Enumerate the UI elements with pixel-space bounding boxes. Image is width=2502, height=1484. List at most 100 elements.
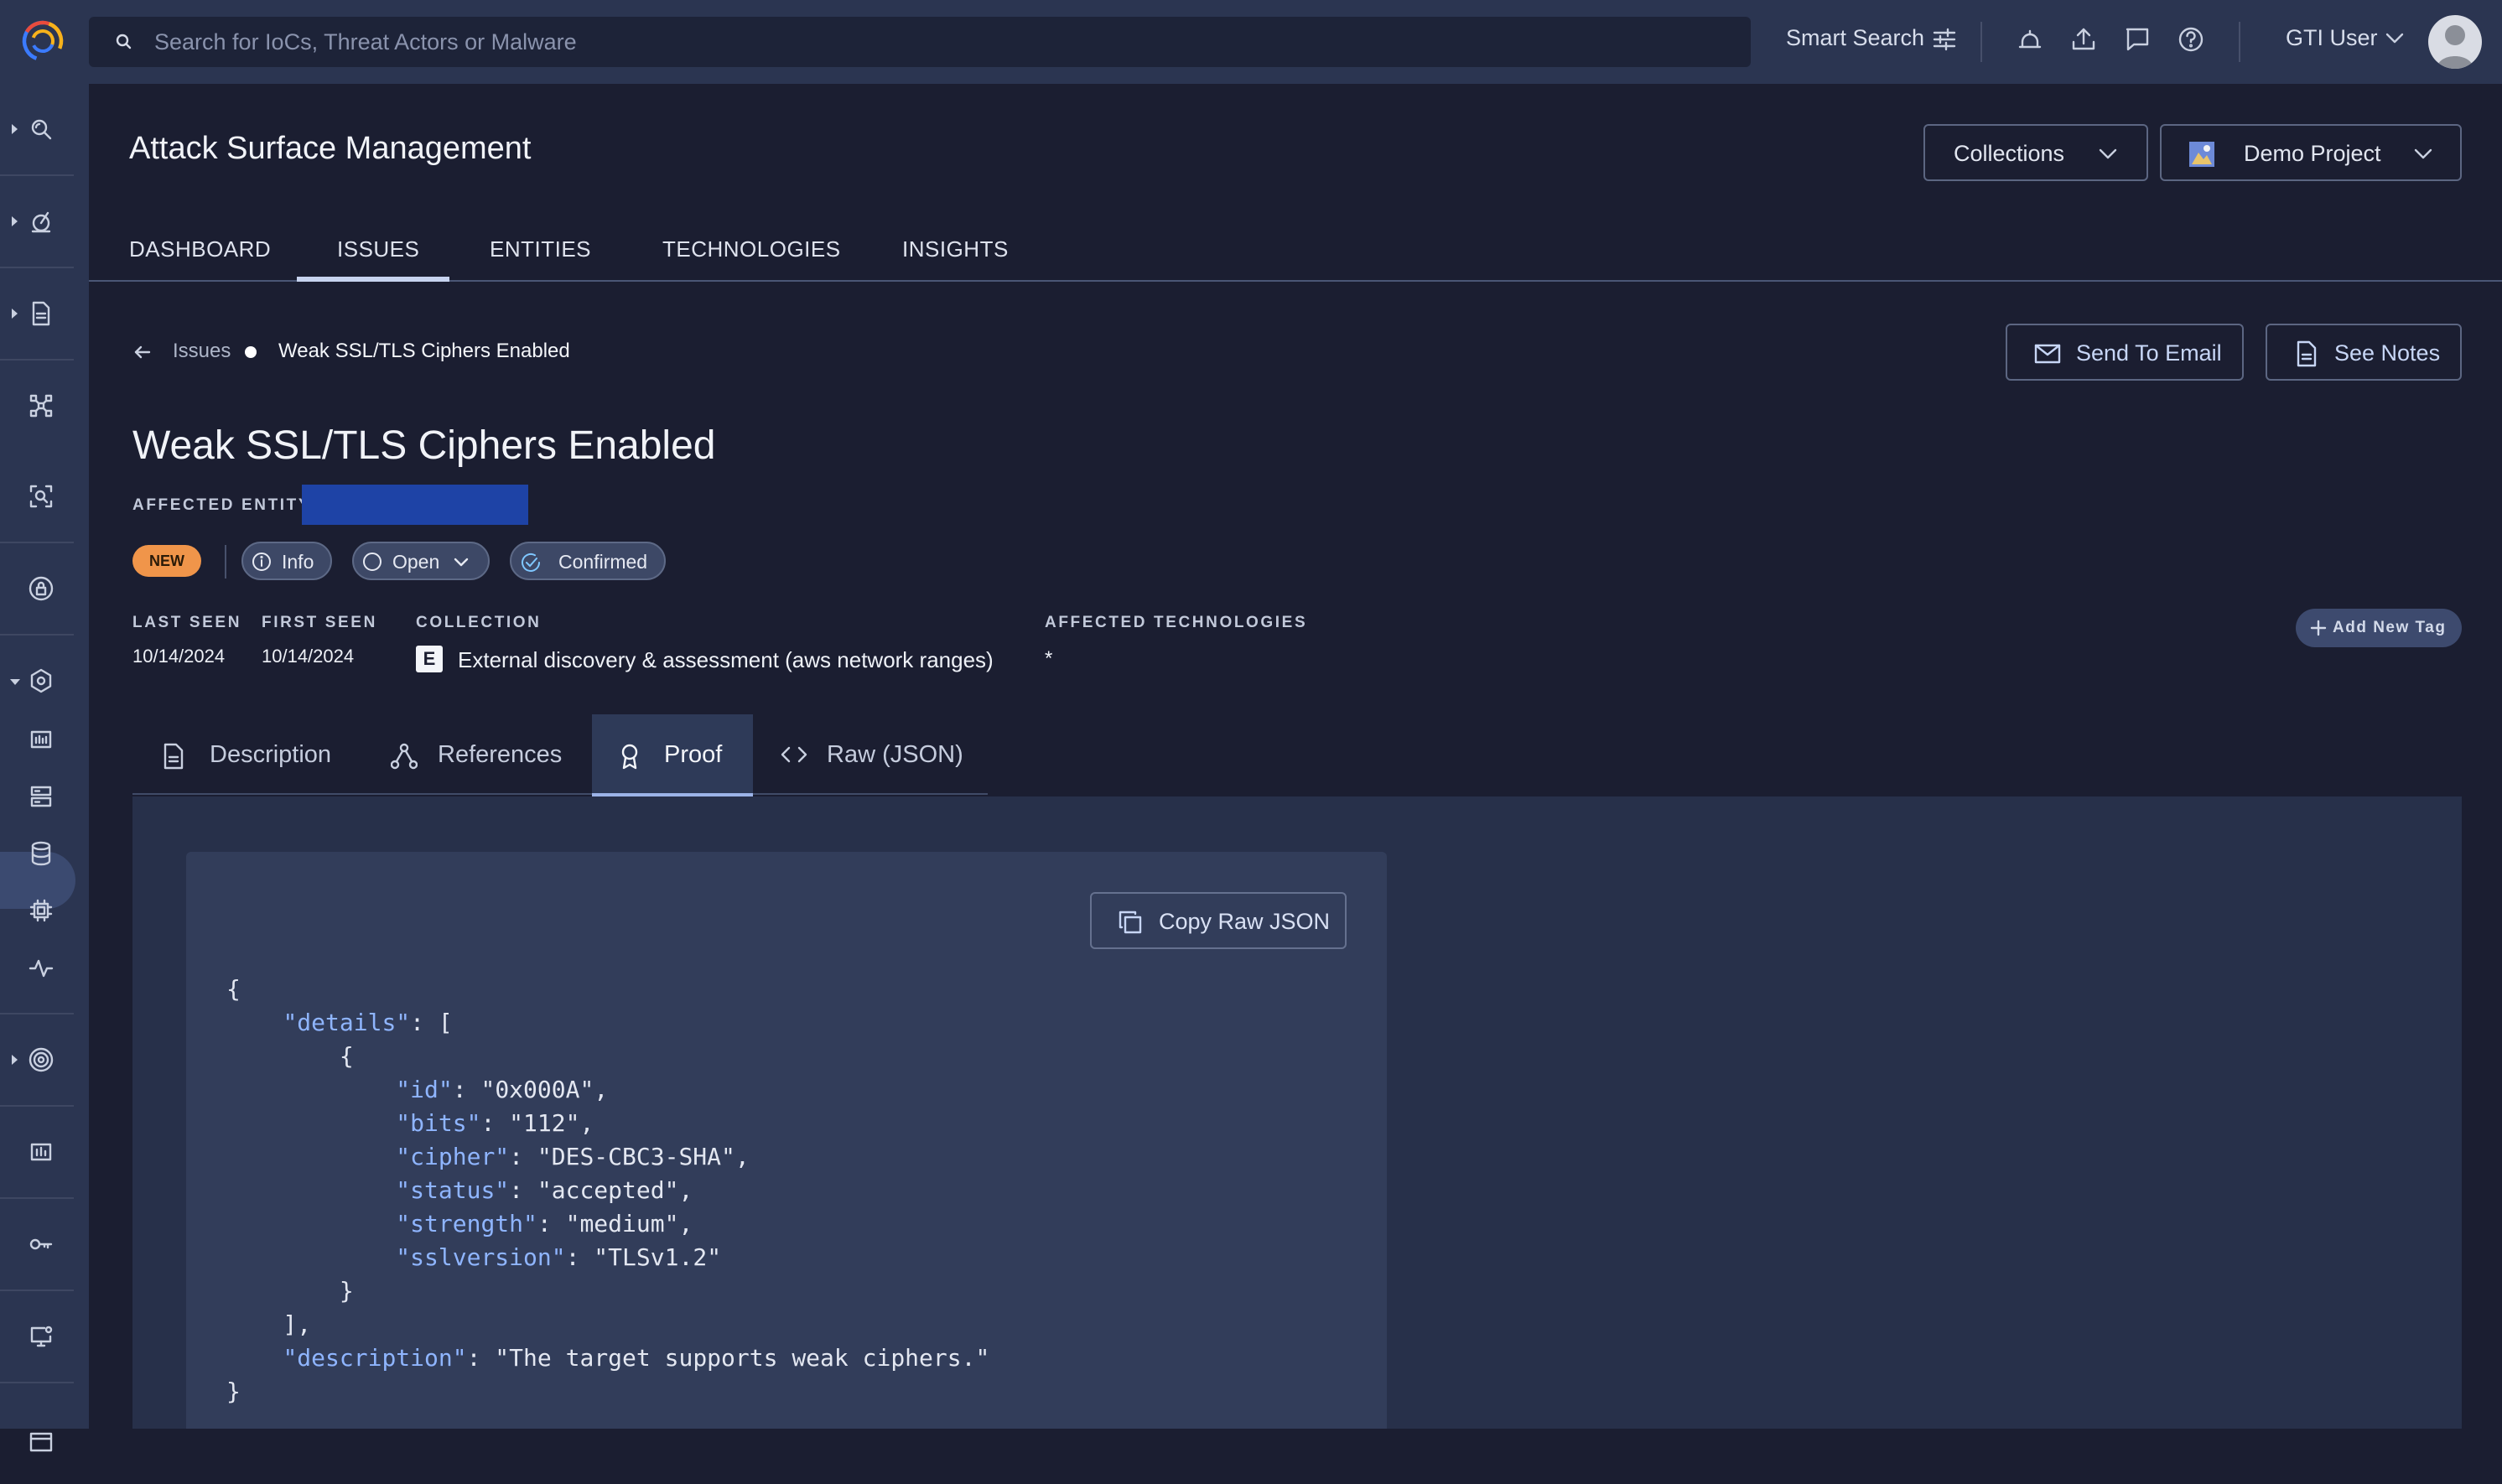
magnifier-icon bbox=[31, 119, 52, 140]
collection-value[interactable]: External discovery & assessment (aws net… bbox=[458, 647, 994, 673]
search-icon bbox=[116, 34, 132, 49]
lock-circle-icon bbox=[29, 576, 54, 601]
copy-raw-json-button[interactable]: Copy Raw JSON bbox=[1090, 892, 1347, 949]
app-logo-icon[interactable] bbox=[15, 12, 74, 70]
sidebar bbox=[0, 84, 89, 1452]
send-to-email-label: Send To Email bbox=[2076, 340, 2222, 366]
network-graph-icon bbox=[29, 394, 53, 418]
database-icon bbox=[31, 841, 51, 866]
code-icon bbox=[781, 746, 807, 763]
chevron-down-icon bbox=[2099, 148, 2117, 159]
add-new-tag-button[interactable]: Add New Tag bbox=[2296, 609, 2462, 647]
server-list-icon bbox=[30, 786, 52, 807]
avatar[interactable] bbox=[2428, 15, 2482, 69]
json-id: 0x000A bbox=[495, 1076, 580, 1103]
copy-raw-json-label: Copy Raw JSON bbox=[1159, 909, 1331, 934]
bell-icon[interactable] bbox=[2016, 25, 2044, 54]
copy-icon bbox=[1119, 911, 1142, 934]
top-bar: Smart Search GTI User bbox=[0, 0, 2502, 84]
severity-pill[interactable]: Info bbox=[241, 542, 332, 580]
last-seen-label: LAST SEEN bbox=[132, 614, 242, 631]
affected-entity-redacted[interactable] bbox=[302, 485, 528, 525]
status-dropdown[interactable]: Open bbox=[352, 542, 490, 580]
award-icon bbox=[621, 744, 638, 770]
add-new-tag-label: Add New Tag bbox=[2333, 619, 2447, 636]
sidebar-item-graph[interactable] bbox=[0, 364, 89, 448]
divider bbox=[1980, 22, 1982, 62]
tab-insights[interactable]: INSIGHTS bbox=[902, 236, 1009, 262]
json-strength: medium bbox=[579, 1210, 665, 1238]
radar-icon bbox=[31, 211, 51, 233]
share-nodes-icon bbox=[391, 743, 418, 770]
json-status: accepted bbox=[551, 1176, 665, 1204]
key-icon bbox=[29, 1238, 53, 1250]
issue-title: Weak SSL/TLS Ciphers Enabled bbox=[132, 423, 716, 468]
tab-raw-json-label: Raw (JSON) bbox=[827, 741, 963, 768]
sidebar-item-threat-intel[interactable] bbox=[0, 179, 89, 263]
json-sslversion: TLSv1.2 bbox=[608, 1243, 708, 1271]
sidebar-item-devices[interactable] bbox=[0, 1295, 89, 1378]
divider bbox=[2239, 22, 2240, 62]
info-icon bbox=[252, 553, 271, 571]
sidebar-item-more[interactable] bbox=[0, 1400, 89, 1484]
envelope-icon bbox=[2034, 344, 2061, 364]
page-title: Attack Surface Management bbox=[129, 131, 532, 166]
help-icon[interactable] bbox=[2177, 25, 2205, 54]
confirmation-pill[interactable]: Confirmed bbox=[510, 542, 666, 580]
divider bbox=[225, 545, 226, 579]
affected-technologies-label: AFFECTED TECHNOLOGIES bbox=[1045, 614, 1308, 631]
sliders-icon[interactable] bbox=[1932, 27, 1957, 52]
open-circle-icon bbox=[363, 553, 382, 571]
send-to-email-button[interactable]: Send To Email bbox=[2006, 324, 2244, 381]
severity-label: Info bbox=[282, 551, 314, 573]
tab-description[interactable]: Description bbox=[151, 714, 352, 796]
status-badge-new: NEW bbox=[132, 545, 201, 577]
sidebar-item-scan[interactable] bbox=[0, 454, 89, 538]
json-description: The target supports weak ciphers. bbox=[509, 1344, 976, 1372]
tab-issues[interactable]: ISSUES bbox=[337, 236, 419, 262]
back-arrow-icon[interactable] bbox=[131, 340, 154, 364]
breadcrumb-issues-link[interactable]: Issues bbox=[173, 340, 231, 363]
first-seen-label: FIRST SEEN bbox=[262, 614, 377, 631]
project-icon bbox=[2189, 142, 2214, 167]
see-notes-button[interactable]: See Notes bbox=[2266, 324, 2462, 381]
collections-dropdown[interactable]: Collections bbox=[1923, 124, 2148, 181]
tab-raw-json[interactable]: Raw (JSON) bbox=[763, 714, 964, 796]
sidebar-item-api-keys[interactable] bbox=[0, 1202, 89, 1286]
notes-icon bbox=[2297, 340, 2317, 367]
user-menu[interactable]: GTI User bbox=[2286, 25, 2378, 51]
sidebar-item-monitoring[interactable] bbox=[0, 1018, 89, 1102]
chevron-down-icon[interactable] bbox=[2385, 32, 2405, 45]
tab-technologies[interactable]: TECHNOLOGIES bbox=[662, 236, 841, 262]
upload-icon[interactable] bbox=[2069, 25, 2098, 54]
sidebar-item-asm-insights[interactable] bbox=[0, 926, 89, 1009]
project-dropdown[interactable]: Demo Project bbox=[2160, 124, 2462, 181]
last-seen-value: 10/14/2024 bbox=[132, 646, 226, 667]
sidebar-item-analytics[interactable] bbox=[0, 1110, 89, 1194]
sidebar-item-security[interactable] bbox=[0, 547, 89, 630]
target-icon bbox=[29, 1047, 54, 1072]
tab-dashboard[interactable]: DASHBOARD bbox=[129, 236, 271, 262]
document-icon bbox=[32, 301, 50, 326]
collections-label: Collections bbox=[1954, 141, 2065, 166]
tab-active-indicator bbox=[297, 277, 449, 282]
smart-search-button[interactable]: Smart Search bbox=[1786, 25, 1924, 51]
check-circle-icon bbox=[522, 553, 540, 572]
global-search[interactable] bbox=[89, 17, 1751, 67]
chat-icon[interactable] bbox=[2123, 25, 2152, 54]
json-cipher: DES-CBC3-SHA bbox=[551, 1143, 722, 1170]
sidebar-item-reports[interactable] bbox=[0, 272, 89, 355]
pulse-icon bbox=[29, 959, 54, 978]
tab-references[interactable]: References bbox=[377, 714, 587, 796]
tab-proof[interactable]: Proof bbox=[592, 714, 753, 796]
card-icon bbox=[29, 1432, 53, 1452]
collection-badge: E bbox=[416, 646, 443, 672]
tab-entities[interactable]: ENTITIES bbox=[490, 236, 591, 262]
tab-proof-label: Proof bbox=[664, 741, 723, 768]
scan-icon bbox=[29, 485, 53, 508]
plus-icon bbox=[2310, 620, 2327, 636]
sidebar-item-search[interactable] bbox=[0, 87, 89, 171]
tab-description-label: Description bbox=[210, 741, 332, 768]
confirmation-label: Confirmed bbox=[558, 551, 648, 573]
search-input[interactable] bbox=[153, 17, 1729, 67]
